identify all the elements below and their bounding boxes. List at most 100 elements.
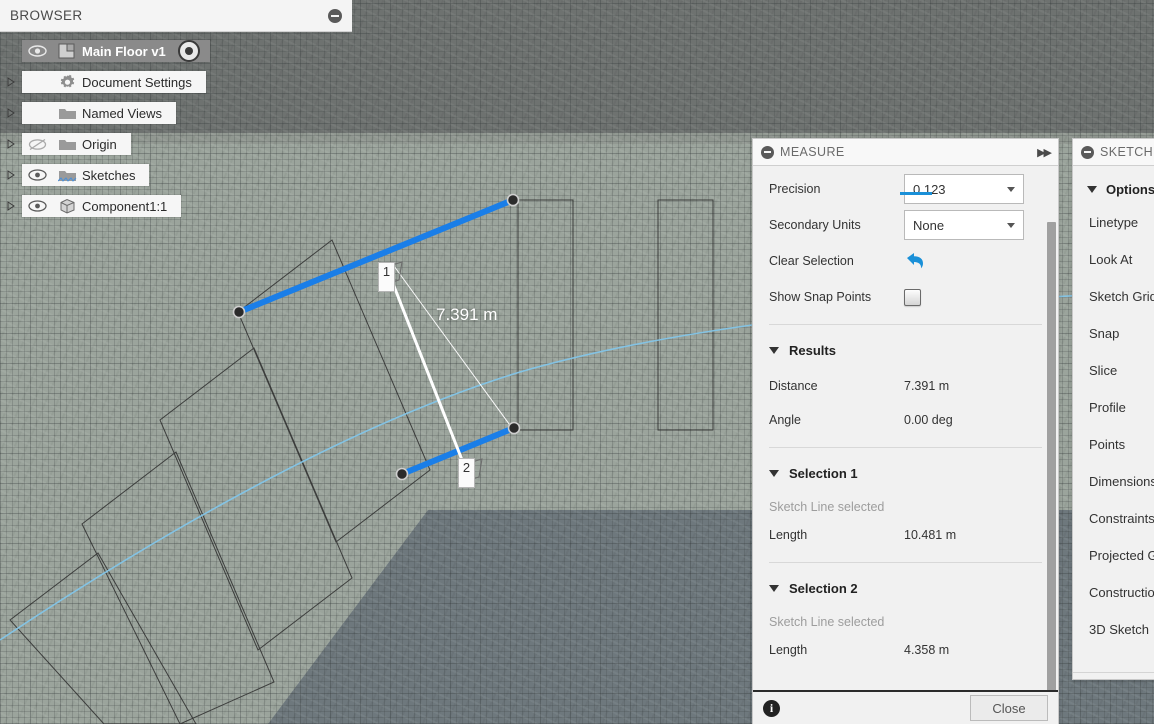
folder-sketch-icon bbox=[52, 168, 82, 183]
show-snap-points-row: Show Snap Points bbox=[753, 284, 1058, 310]
sketch-item-dimensions[interactable]: Dimensions bbox=[1073, 463, 1154, 500]
chevron-down-icon bbox=[1007, 222, 1015, 228]
sketch-item-profile[interactable]: Profile bbox=[1073, 389, 1154, 426]
selection-marker-2[interactable]: 2 bbox=[458, 458, 475, 488]
measure-header[interactable]: MEASURE ▶▶ bbox=[753, 139, 1058, 166]
divider bbox=[769, 447, 1042, 448]
sketch-item-3d-sketch[interactable]: 3D Sketch bbox=[1073, 611, 1154, 648]
tree-label: Main Floor v1 bbox=[82, 43, 166, 59]
selection1-heading: Selection 1 bbox=[789, 465, 858, 481]
sketch-item-projected-geometry[interactable]: Projected Geometry bbox=[1073, 537, 1154, 574]
expand-arrow-icon[interactable] bbox=[0, 77, 22, 87]
sketch-options-heading: Options bbox=[1106, 181, 1154, 197]
sketch-item-label: Sketch Grid bbox=[1089, 289, 1154, 304]
expand-arrow-icon[interactable] bbox=[0, 170, 22, 180]
results-heading: Results bbox=[789, 342, 836, 358]
sketch-item-label: Points bbox=[1089, 437, 1126, 452]
results-section-header[interactable]: Results bbox=[753, 335, 1058, 365]
sketch-item-points[interactable]: Points bbox=[1073, 426, 1154, 463]
selection-marker-2-label: 2 bbox=[462, 460, 471, 475]
divider bbox=[769, 324, 1042, 325]
info-icon-glyph: i bbox=[769, 700, 774, 715]
secondary-units-dropdown[interactable]: None bbox=[904, 210, 1024, 240]
selection1-length-value: 10.481 m bbox=[904, 528, 957, 542]
sketch-item-slice[interactable]: Slice bbox=[1073, 352, 1154, 389]
eye-visible-icon[interactable] bbox=[22, 169, 52, 181]
selection-marker-1-label: 1 bbox=[382, 264, 391, 279]
sketch-item-constraints[interactable]: Constraints bbox=[1073, 500, 1154, 537]
sketch-item-label: Snap bbox=[1089, 326, 1120, 341]
folder-icon bbox=[52, 106, 82, 121]
browser-tree: Main Floor v1 Document Settings Named Vi… bbox=[0, 40, 352, 217]
selection-marker-1[interactable]: 1 bbox=[378, 262, 395, 292]
activate-radio[interactable] bbox=[177, 40, 200, 62]
close-button[interactable]: Close bbox=[970, 695, 1048, 721]
selection1-length-row: Length 10.481 m bbox=[753, 522, 1058, 548]
tree-label: Named Views bbox=[82, 105, 162, 121]
expand-arrow-icon[interactable] bbox=[0, 139, 22, 149]
tree-row-body[interactable]: Main Floor v1 bbox=[22, 40, 210, 62]
sketch-item-label: Slice bbox=[1089, 363, 1118, 378]
measure-scrollbar[interactable] bbox=[1047, 222, 1056, 690]
browser-panel: BROWSER Main Floor v1 Document Settings … bbox=[0, 0, 352, 226]
expand-arrow-icon[interactable] bbox=[0, 108, 22, 118]
browser-title: BROWSER bbox=[10, 8, 83, 23]
selection1-section-header[interactable]: Selection 1 bbox=[753, 458, 1058, 488]
measure-scrollbar-thumb[interactable] bbox=[1047, 222, 1056, 690]
tree-row-document-settings[interactable]: Document Settings bbox=[0, 71, 352, 93]
sketch-item-label: Dimensions bbox=[1089, 474, 1154, 489]
tree-row-component1[interactable]: Component1:1 bbox=[0, 195, 352, 217]
secondary-units-label: Secondary Units bbox=[769, 218, 861, 232]
angle-label: Angle bbox=[769, 413, 801, 427]
collapse-minus-icon[interactable] bbox=[1081, 145, 1094, 159]
divider bbox=[769, 562, 1042, 563]
tree-row-origin[interactable]: Origin bbox=[0, 133, 352, 155]
expand-arrow-icon[interactable] bbox=[0, 201, 22, 211]
precision-dropdown[interactable]: 0.123 bbox=[904, 174, 1024, 204]
active-tab-indicator bbox=[900, 192, 932, 195]
triangle-down-icon bbox=[1087, 185, 1097, 193]
selection2-length-row: Length 4.358 m bbox=[753, 637, 1058, 663]
undo-arrow-icon[interactable] bbox=[904, 252, 926, 270]
folder-icon bbox=[52, 137, 82, 152]
show-snap-points-checkbox[interactable] bbox=[904, 288, 921, 306]
sketch-title: SKETCH bbox=[1100, 145, 1154, 159]
tree-row-body[interactable]: Named Views bbox=[22, 102, 176, 124]
eye-visible-icon[interactable] bbox=[22, 45, 52, 57]
selection2-section-header[interactable]: Selection 2 bbox=[753, 573, 1058, 603]
collapse-minus-icon[interactable] bbox=[328, 8, 342, 23]
triangle-down-icon bbox=[769, 584, 779, 592]
sketch-header[interactable]: SKETCH bbox=[1073, 139, 1154, 166]
eye-visible-icon[interactable] bbox=[22, 200, 52, 212]
tree-row-named-views[interactable]: Named Views bbox=[0, 102, 352, 124]
measure-body: Precision 0.123 Secondary Units None Cle… bbox=[753, 166, 1058, 690]
sketch-item-look-at[interactable]: Look At bbox=[1073, 241, 1154, 278]
sketch-item-linetype[interactable]: Linetype bbox=[1073, 204, 1154, 241]
precision-label: Precision bbox=[769, 182, 821, 196]
sketch-divider bbox=[1073, 672, 1154, 673]
sketch-item-label: Construction bbox=[1089, 585, 1154, 600]
angle-value: 0.00 deg bbox=[904, 413, 953, 427]
tree-label: Component1:1 bbox=[82, 198, 168, 214]
result-row-angle: Angle 0.00 deg bbox=[753, 407, 1058, 433]
eye-hidden-icon[interactable] bbox=[22, 138, 52, 151]
tree-row-body[interactable]: Sketches bbox=[22, 164, 150, 186]
cube-icon bbox=[52, 198, 82, 214]
distance-value: 7.391 m bbox=[904, 379, 950, 393]
tree-row-body[interactable]: Document Settings bbox=[22, 71, 206, 93]
sketch-item-construction[interactable]: Construction bbox=[1073, 574, 1154, 611]
dimension-label: 7.391 m bbox=[436, 305, 498, 324]
collapse-minus-icon[interactable] bbox=[761, 145, 774, 159]
tree-row-body[interactable]: Component1:1 bbox=[22, 195, 182, 217]
info-icon[interactable]: i bbox=[763, 699, 780, 717]
fast-forward-icon[interactable]: ▶▶ bbox=[1037, 146, 1052, 159]
triangle-down-icon bbox=[769, 469, 779, 477]
tree-row-main-floor[interactable]: Main Floor v1 bbox=[0, 40, 352, 62]
sketch-item-snap[interactable]: Snap bbox=[1073, 315, 1154, 352]
gear-icon bbox=[52, 74, 82, 91]
sketch-item-sketch-grid[interactable]: Sketch Grid bbox=[1073, 278, 1154, 315]
tree-row-body[interactable]: Origin bbox=[22, 133, 131, 155]
sketch-options-header[interactable]: Options bbox=[1073, 174, 1154, 204]
tree-row-sketches[interactable]: Sketches bbox=[0, 164, 352, 186]
component-icon bbox=[52, 43, 82, 59]
